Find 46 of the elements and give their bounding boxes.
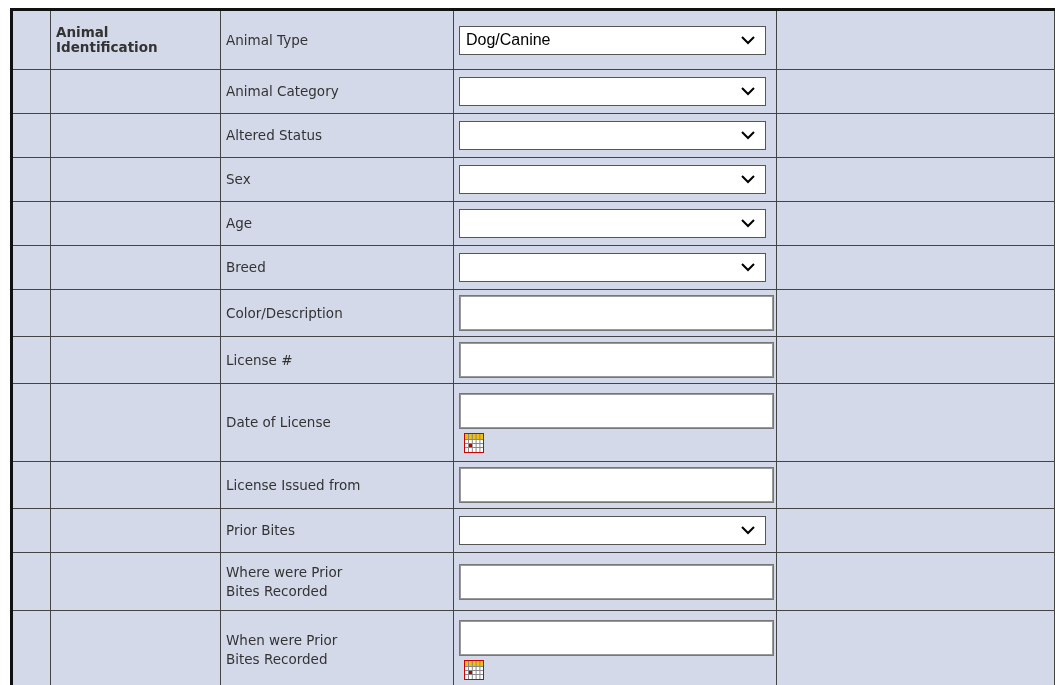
select-field[interactable] — [459, 516, 766, 545]
chevron-down-icon — [741, 263, 755, 272]
chevron-down-icon — [741, 219, 755, 228]
date-input-field[interactable] — [459, 392, 774, 429]
select-field[interactable] — [459, 165, 766, 194]
field-label: Where were Prior Bites Recorded — [226, 563, 344, 600]
select-field[interactable] — [459, 77, 766, 106]
select-field[interactable] — [459, 253, 766, 282]
field-label: Prior Bites — [226, 521, 295, 540]
table-cell — [13, 202, 51, 246]
field-label: Altered Status — [226, 126, 323, 145]
chevron-down-icon — [741, 131, 755, 140]
field-label: Sex — [226, 170, 251, 189]
chevron-down-icon — [741, 526, 755, 535]
input-field[interactable] — [459, 467, 774, 503]
table-cell — [13, 509, 51, 553]
table-cell — [13, 337, 51, 384]
field-label: License Issued from — [226, 475, 361, 495]
field-label: When were Prior Bites Recorded — [226, 631, 339, 668]
input-field[interactable] — [459, 563, 774, 600]
table-cell — [13, 114, 51, 158]
select-field[interactable] — [459, 209, 766, 238]
table-cell — [13, 462, 51, 509]
date-input-field[interactable] — [459, 619, 774, 656]
chevron-down-icon — [741, 175, 755, 184]
table-cell — [13, 246, 51, 290]
section-title: Animal Identification — [56, 25, 159, 55]
field-label: Date of License — [226, 413, 331, 432]
table-cell — [13, 158, 51, 202]
chevron-down-icon — [741, 87, 755, 96]
field-label: Color/Description — [226, 303, 343, 323]
select-field[interactable]: Dog/Canine — [459, 25, 766, 55]
calendar-icon[interactable] — [464, 432, 484, 453]
chevron-down-icon — [741, 35, 755, 45]
field-label: Breed — [226, 258, 266, 277]
select-field[interactable] — [459, 121, 766, 150]
field-label: License # — [226, 350, 293, 370]
table-cell — [13, 70, 51, 114]
field-label: Animal Type — [226, 30, 308, 50]
table-cell — [13, 553, 51, 611]
calendar-icon[interactable] — [464, 659, 484, 680]
table-cell — [13, 290, 51, 337]
input-field[interactable] — [459, 342, 774, 378]
field-label: Age — [226, 214, 253, 233]
input-field[interactable] — [459, 295, 774, 331]
field-label: Animal Category — [226, 82, 339, 101]
